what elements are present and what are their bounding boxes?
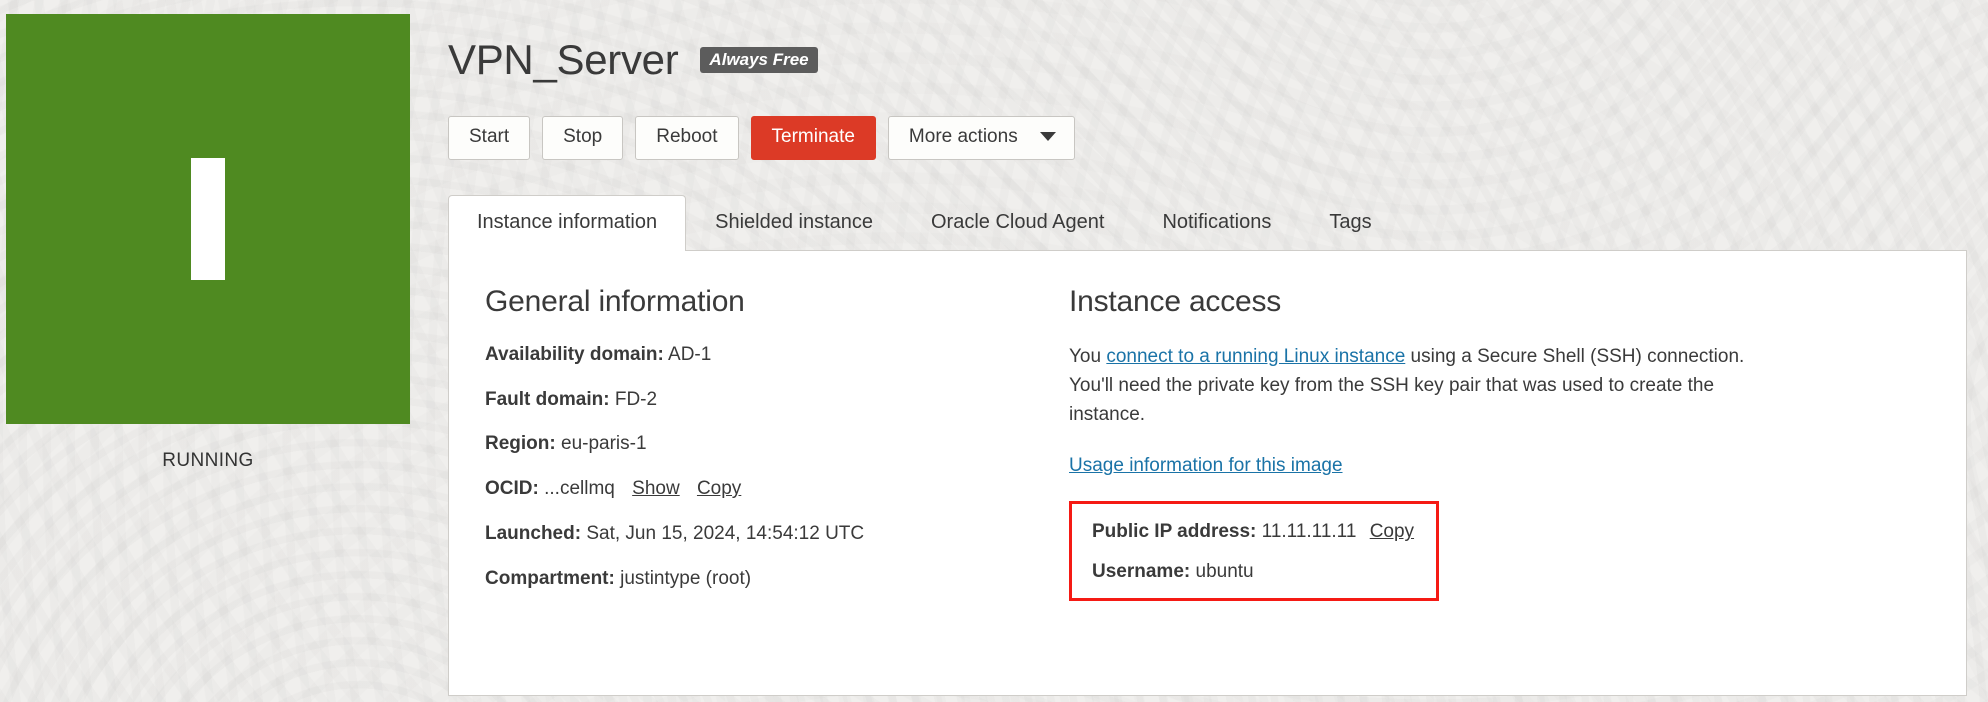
public-ip-value: 11.11.11.11 [1261, 521, 1357, 543]
instance-main-column: VPN_Server Always Free Start Stop Reboot… [448, 0, 1988, 702]
tab-oracle-cloud-agent[interactable]: Oracle Cloud Agent [902, 195, 1133, 250]
username-value: ubuntu [1195, 561, 1254, 583]
instance-information-panel: General information Availability domain:… [448, 249, 1967, 696]
instance-access-section: Instance access You connect to a running… [1069, 285, 1966, 695]
ocid-show-link[interactable]: Show [632, 478, 680, 499]
general-information-heading: General information [485, 284, 745, 318]
instance-status-label: RUNNING [162, 450, 254, 471]
fault-domain-row: Fault domain: FD-2 [485, 388, 1069, 412]
tab-tags[interactable]: Tags [1300, 195, 1400, 250]
ocid-copy-link[interactable]: Copy [697, 478, 741, 499]
instance-access-heading: Instance access [1069, 284, 1282, 318]
instance-status-tile [6, 14, 410, 424]
ocid-value: ...cellmq [544, 478, 615, 500]
availability-domain-row: Availability domain: AD-1 [485, 343, 1069, 367]
chevron-down-icon [1039, 132, 1056, 142]
connect-linux-instance-link[interactable]: connect to a running Linux instance [1106, 346, 1405, 367]
instance-status-panel: RUNNING [6, 14, 410, 472]
power-bar-icon [191, 158, 225, 280]
ocid-key: OCID: [485, 478, 539, 500]
launched-key: Launched: [485, 522, 582, 544]
instance-tabs: Instance information Shielded instance O… [448, 194, 1988, 251]
instance-action-buttons: Start Stop Reboot Terminate More actions [448, 116, 1988, 160]
username-row: Username: ubuntu [1092, 560, 1414, 584]
more-actions-label: More actions [908, 126, 1018, 147]
fault-domain-key: Fault domain: [485, 388, 610, 410]
region-value: eu-paris-1 [561, 433, 647, 455]
fault-domain-value: FD-2 [614, 388, 658, 410]
terminate-button[interactable]: Terminate [750, 116, 876, 160]
start-button[interactable]: Start [448, 116, 531, 160]
title-row: VPN_Server Always Free [448, 0, 1988, 84]
launched-value: Sat, Jun 15, 2024, 14:54:12 UTC [586, 522, 865, 544]
region-row: Region: eu-paris-1 [485, 432, 1069, 456]
public-ip-key: Public IP address: [1092, 521, 1257, 543]
reboot-button[interactable]: Reboot [635, 116, 739, 160]
availability-domain-value: AD-1 [668, 343, 712, 365]
public-ip-highlight-box: Public IP address: 11.11.11.11 Copy User… [1069, 501, 1440, 601]
public-ip-row: Public IP address: 11.11.11.11 Copy [1092, 520, 1414, 544]
general-information-section: General information Availability domain:… [449, 285, 1069, 695]
region-key: Region: [485, 433, 556, 455]
compartment-key: Compartment: [485, 567, 615, 589]
tab-instance-information[interactable]: Instance information [448, 194, 687, 251]
usage-information-link[interactable]: Usage information for this image [1069, 455, 1343, 477]
public-ip-copy-link[interactable]: Copy [1370, 521, 1414, 542]
availability-domain-key: Availability domain: [485, 343, 664, 365]
instance-details-page: RUNNING VPN_Server Always Free Start Sto… [0, 0, 1988, 702]
always-free-badge: Always Free [700, 47, 818, 73]
more-actions-button[interactable]: More actions [887, 116, 1075, 160]
compartment-value: justintype (root) [620, 567, 752, 589]
access-text-pre: You [1069, 345, 1107, 367]
ocid-row: OCID: ...cellmq Show Copy [485, 477, 1069, 501]
instance-access-description: You connect to a running Linux instance … [1069, 343, 1769, 430]
tab-notifications[interactable]: Notifications [1133, 195, 1300, 250]
username-key: Username: [1092, 561, 1191, 583]
launched-row: Launched: Sat, Jun 15, 2024, 14:54:12 UT… [485, 522, 1069, 546]
compartment-row: Compartment: justintype (root) [485, 567, 1069, 591]
tab-shielded-instance[interactable]: Shielded instance [686, 195, 902, 250]
page-title: VPN_Server [448, 36, 679, 83]
stop-button[interactable]: Stop [542, 116, 624, 160]
